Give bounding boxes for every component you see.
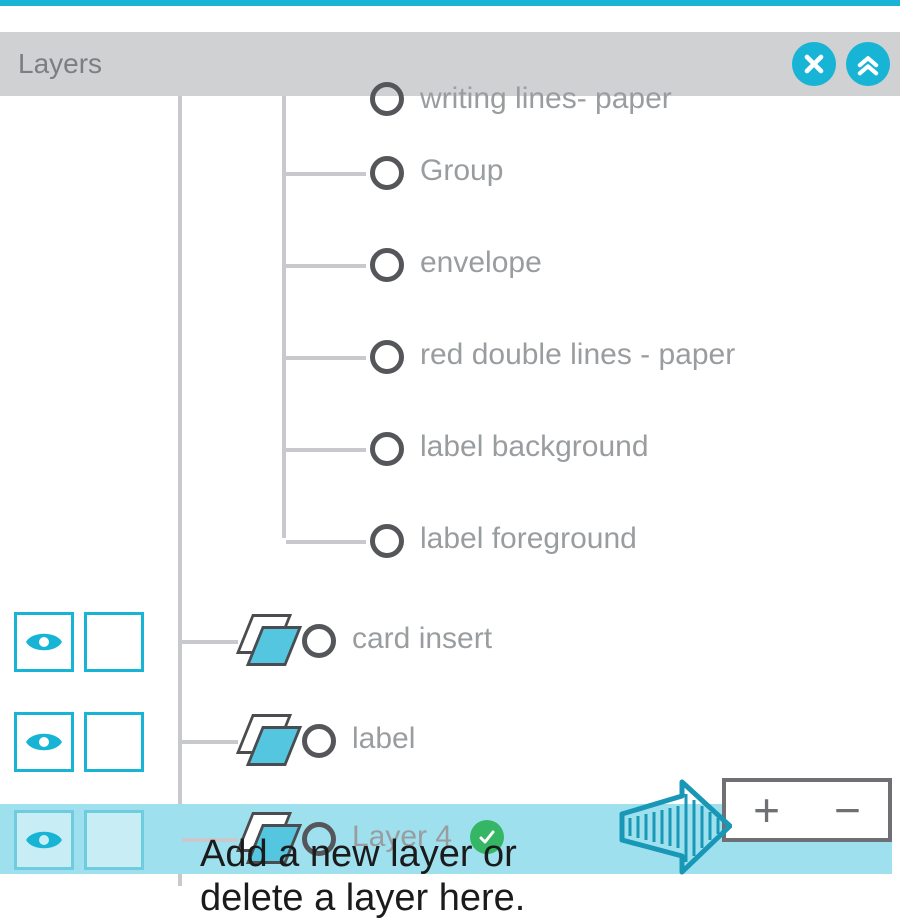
shape-ring-icon[interactable]	[370, 156, 404, 190]
visibility-toggle[interactable]	[14, 712, 74, 772]
collapse-button[interactable]	[846, 42, 890, 86]
layer-toggles	[14, 612, 144, 672]
layer-label[interactable]: label	[352, 722, 415, 756]
layer-label[interactable]: card insert	[352, 622, 492, 656]
add-layer-button[interactable]: +	[753, 783, 780, 837]
shape-ring-icon[interactable]	[370, 524, 404, 558]
x-icon	[800, 50, 828, 78]
tree-branch	[286, 540, 366, 544]
tree-branch	[182, 740, 238, 744]
tree-branch	[182, 640, 238, 644]
visibility-toggle[interactable]	[14, 612, 74, 672]
header-icons	[792, 42, 890, 86]
eye-icon	[24, 629, 64, 655]
shape-ring-icon[interactable]	[302, 724, 336, 758]
panel-title: Layers	[18, 48, 102, 80]
lock-toggle[interactable]	[84, 612, 144, 672]
tree-item-label[interactable]: writing lines- paper	[420, 82, 880, 116]
eye-icon	[24, 729, 64, 755]
shape-ring-icon[interactable]	[370, 248, 404, 282]
top-border	[0, 0, 900, 6]
layer-thumb-icon[interactable]	[240, 712, 296, 768]
tree-trunk	[178, 96, 182, 886]
layer-toggles	[14, 810, 144, 870]
eye-icon	[24, 827, 64, 853]
lock-toggle[interactable]	[84, 810, 144, 870]
double-chevron-up-icon	[854, 50, 882, 78]
layer-tree: writing lines- paper Group envelope red …	[0, 96, 892, 924]
tree-item-label[interactable]: envelope	[420, 246, 542, 280]
sub-trunk	[282, 96, 286, 538]
annotation-arrow-icon	[612, 774, 732, 889]
layer-add-remove: + −	[722, 778, 892, 842]
tree-item-label[interactable]: label background	[420, 430, 649, 464]
shape-ring-icon[interactable]	[370, 340, 404, 374]
visibility-toggle[interactable]	[14, 810, 74, 870]
lock-toggle[interactable]	[84, 712, 144, 772]
annotation-line1: Add a new layer or	[200, 832, 525, 876]
tree-item-label[interactable]: label foreground	[420, 522, 637, 556]
tree-branch	[286, 172, 366, 176]
shape-ring-icon[interactable]	[370, 82, 404, 116]
tree-branch	[286, 448, 366, 452]
annotation-line2: delete a layer here.	[200, 876, 525, 920]
annotation-text: Add a new layer or delete a layer here.	[200, 832, 525, 920]
tree-branch	[286, 264, 366, 268]
layer-toggles	[14, 712, 144, 772]
tree-item-label[interactable]: Group	[420, 154, 503, 188]
layer-thumb-icon[interactable]	[240, 612, 296, 668]
tree-branch	[286, 356, 366, 360]
tree-item-label[interactable]: red double lines - paper	[420, 338, 735, 372]
shape-ring-icon[interactable]	[370, 432, 404, 466]
close-button[interactable]	[792, 42, 836, 86]
shape-ring-icon[interactable]	[302, 624, 336, 658]
remove-layer-button[interactable]: −	[834, 783, 861, 837]
